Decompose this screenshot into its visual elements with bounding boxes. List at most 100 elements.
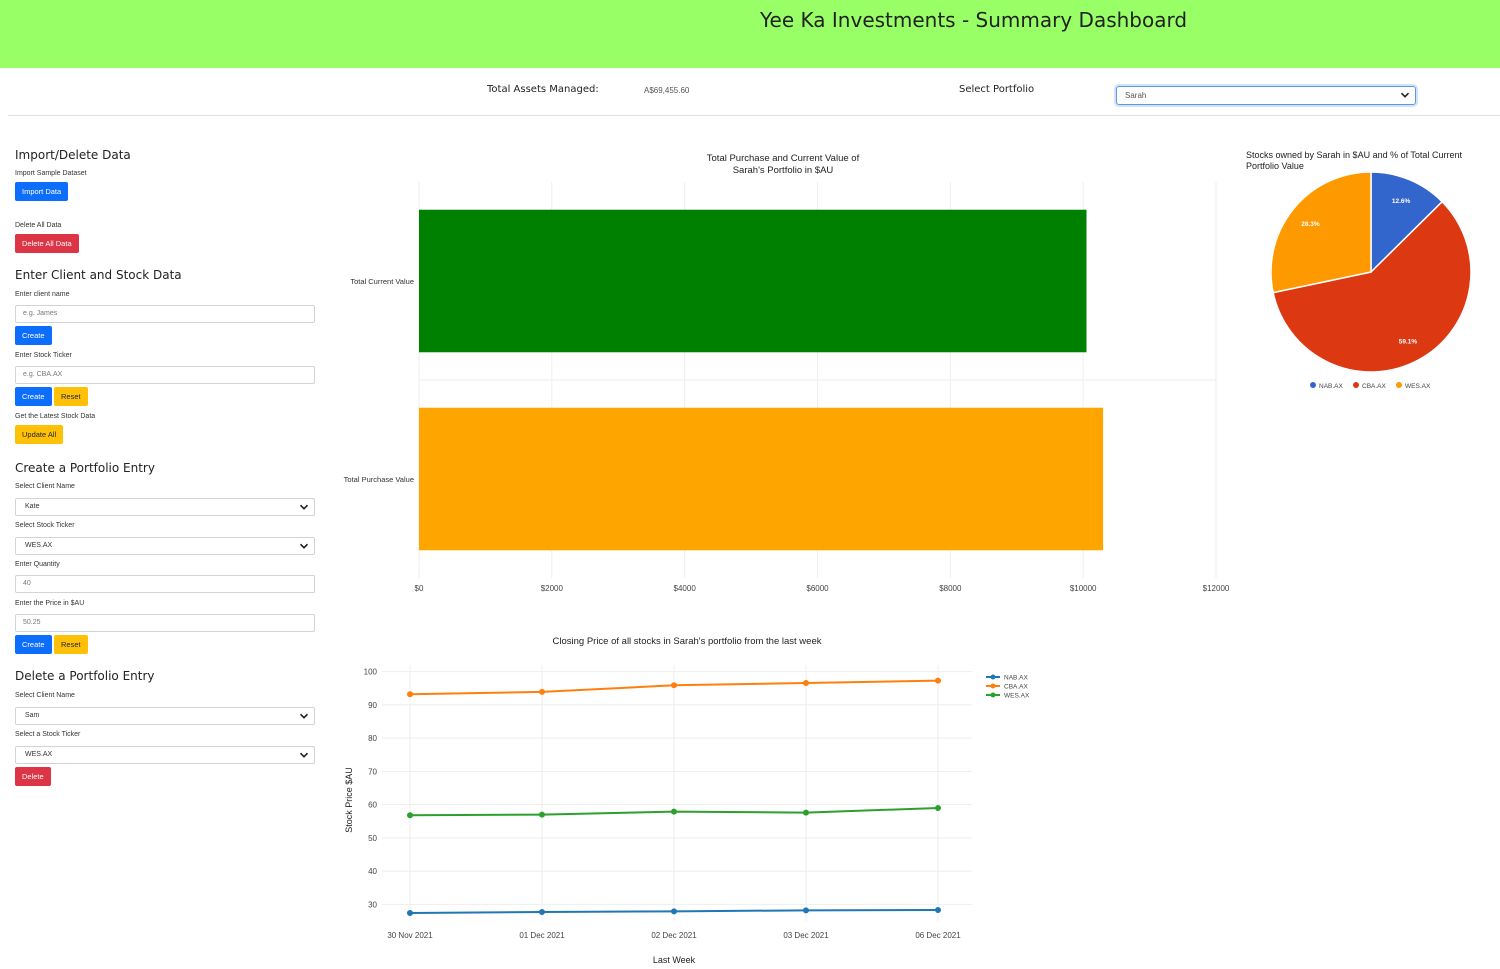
data-point bbox=[935, 907, 941, 914]
x-tick-label: $2000 bbox=[541, 584, 564, 593]
select-client-value: Kate bbox=[25, 503, 40, 510]
legend-marker bbox=[990, 692, 996, 698]
delete-client-label: Select Client Name bbox=[15, 692, 75, 699]
entry-create-button[interactable]: Create bbox=[15, 635, 52, 654]
portfolio-entry-heading: Create a Portfolio Entry bbox=[15, 461, 155, 475]
client-stock-heading: Enter Client and Stock Data bbox=[15, 268, 182, 282]
select-client-label: Select Client Name bbox=[15, 483, 75, 490]
total-assets-value: A$69,455.60 bbox=[644, 86, 690, 95]
legend-swatch bbox=[1353, 382, 1359, 388]
chart-title-line: Sarah's Portfolio in $AU bbox=[733, 165, 834, 176]
import-heading: Import/Delete Data bbox=[15, 148, 131, 162]
delete-entry-button[interactable]: Delete bbox=[15, 767, 51, 786]
price-value: 50.25 bbox=[23, 619, 41, 626]
ticker-label: Enter Stock Ticker bbox=[15, 352, 72, 359]
legend-label: CBA.AX bbox=[1362, 383, 1387, 390]
delete-client-value: Sam bbox=[25, 712, 40, 719]
portfolio-select-value: Sarah bbox=[1125, 91, 1147, 100]
import-data-button[interactable]: Import Data bbox=[15, 182, 69, 201]
header-banner: Yee Ka Investments - Summary Dashboard bbox=[0, 0, 1500, 68]
delete-all-label: Delete All Data bbox=[15, 222, 62, 229]
delete-ticker-value: WES.AX bbox=[25, 751, 53, 758]
data-point bbox=[539, 688, 545, 695]
x-tick-label: 01 Dec 2021 bbox=[519, 931, 565, 940]
data-point bbox=[539, 811, 545, 818]
price-input[interactable]: 50.25 bbox=[15, 614, 315, 632]
x-tick-label: $4000 bbox=[674, 584, 697, 593]
delete-ticker-dropdown[interactable]: WES.AX bbox=[15, 746, 315, 764]
x-tick-label: $0 bbox=[415, 584, 424, 593]
x-tick-label: $12000 bbox=[1203, 584, 1230, 593]
legend-label: WES.AX bbox=[1405, 383, 1431, 390]
select-client-dropdown[interactable]: Kate bbox=[15, 498, 315, 516]
y-tick-label: 70 bbox=[368, 767, 377, 776]
data-point bbox=[407, 910, 413, 917]
ticker-create-button[interactable]: Create bbox=[15, 387, 52, 406]
legend-marker bbox=[990, 683, 996, 689]
y-tick-label: 50 bbox=[368, 834, 377, 843]
delete-ticker-label: Select a Stock Ticker bbox=[15, 731, 81, 738]
line-chart-title: Closing Price of all stocks in Sarah's p… bbox=[553, 636, 822, 647]
y-tick-label: 100 bbox=[364, 668, 378, 677]
chevron-down-icon bbox=[1400, 92, 1410, 98]
x-tick-label: 03 Dec 2021 bbox=[783, 931, 829, 940]
y-tick-label: 80 bbox=[368, 734, 377, 743]
data-point bbox=[407, 812, 413, 819]
legend-label: WES.AX bbox=[1004, 693, 1030, 700]
select-ticker-dropdown[interactable]: WES.AX bbox=[15, 537, 315, 555]
select-portfolio-label: Select Portfolio bbox=[959, 84, 1035, 95]
ticker-input[interactable]: e.g. CBA.AX bbox=[15, 366, 315, 384]
chart-title-line: Total Purchase and Current Value of bbox=[707, 153, 860, 164]
data-point bbox=[935, 804, 941, 811]
x-tick-label: 02 Dec 2021 bbox=[651, 931, 697, 940]
chevron-down-icon bbox=[299, 713, 309, 719]
select-ticker-label: Select Stock Ticker bbox=[15, 522, 75, 529]
portfolio-select[interactable]: Sarah bbox=[1116, 86, 1416, 105]
y-tick-label: 60 bbox=[368, 801, 377, 810]
update-all-button[interactable]: Update All bbox=[15, 425, 64, 444]
y-axis-title: Stock Price $AU bbox=[344, 767, 354, 833]
quantity-value: 40 bbox=[23, 580, 31, 587]
client-create-button[interactable]: Create bbox=[15, 326, 52, 345]
chevron-down-icon bbox=[299, 504, 309, 510]
data-point bbox=[671, 682, 677, 689]
pie-title-line: Portfolio Value bbox=[1246, 161, 1304, 171]
legend-label: NAB.AX bbox=[1319, 383, 1344, 390]
chevron-down-icon bbox=[299, 543, 309, 549]
data-point bbox=[935, 677, 941, 684]
summary-bar: Total Assets Managed: A$69,455.60 Select… bbox=[8, 68, 1500, 116]
holdings-pie-chart: Stocks owned by Sarah in $AU and % of To… bbox=[1246, 150, 1472, 390]
y-category-label: Total Current Value bbox=[350, 277, 414, 286]
ticker-reset-button[interactable]: Reset bbox=[54, 387, 88, 406]
entry-reset-button[interactable]: Reset bbox=[54, 635, 88, 654]
x-tick-label: $10000 bbox=[1070, 584, 1097, 593]
pie-title-line: Stocks owned by Sarah in $AU and % of To… bbox=[1246, 150, 1462, 160]
price-label: Enter the Price in $AU bbox=[15, 600, 85, 607]
x-axis-title: Last Week bbox=[653, 955, 696, 965]
data-point bbox=[803, 907, 809, 914]
pie-slice bbox=[1270, 171, 1372, 294]
total-assets-label: Total Assets Managed: bbox=[487, 84, 599, 95]
y-tick-label: 90 bbox=[368, 701, 377, 710]
y-category-label: Total Purchase Value bbox=[344, 475, 414, 484]
latest-data-label: Get the Latest Stock Data bbox=[15, 413, 96, 420]
pie-percent-label: 28.3% bbox=[1301, 221, 1320, 228]
client-name-label: Enter client name bbox=[15, 291, 70, 298]
y-tick-label: 30 bbox=[368, 900, 377, 909]
page-title: Yee Ka Investments - Summary Dashboard bbox=[760, 8, 1188, 32]
bar bbox=[419, 407, 1104, 551]
data-point bbox=[671, 808, 677, 815]
quantity-label: Enter Quantity bbox=[15, 561, 60, 568]
legend-label: NAB.AX bbox=[1004, 675, 1029, 682]
data-point bbox=[407, 691, 413, 698]
ticker-placeholder: e.g. CBA.AX bbox=[23, 371, 63, 378]
data-point bbox=[803, 679, 809, 686]
quantity-input[interactable]: 40 bbox=[15, 575, 315, 593]
x-tick-label: $8000 bbox=[939, 584, 962, 593]
delete-all-button[interactable]: Delete All Data bbox=[15, 234, 79, 253]
delete-client-dropdown[interactable]: Sam bbox=[15, 707, 315, 725]
closing-price-line-chart: Closing Price of all stocks in Sarah's p… bbox=[344, 636, 1030, 965]
data-point bbox=[803, 809, 809, 816]
pie-percent-label: 59.1% bbox=[1399, 339, 1418, 346]
client-name-input[interactable]: e.g. James bbox=[15, 305, 315, 323]
